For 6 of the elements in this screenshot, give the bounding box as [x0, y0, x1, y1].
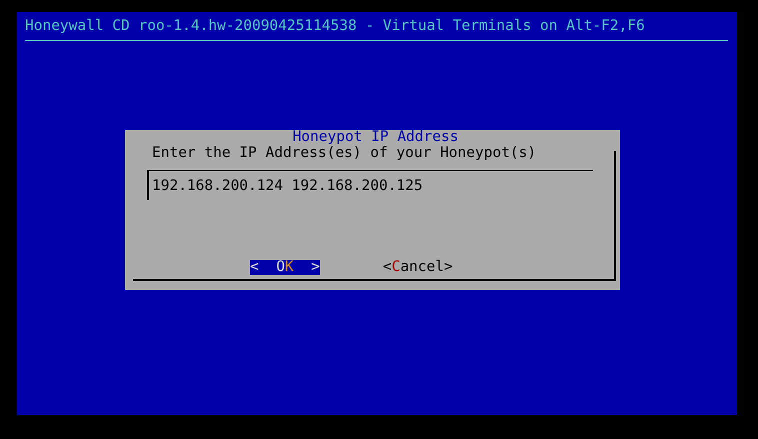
screen-title: Honeywall CD roo-1.4.hw-20090425114538 - Virtual Terminals on Alt-F2,F6 — [25, 18, 646, 34]
dialog-button[interactable]: <Cancel> — [382, 260, 453, 275]
dialog-button[interactable]: < OK > — [250, 260, 320, 275]
dialog-title: Honeypot IP Address — [292, 130, 460, 145]
prompt-text: Enter the IP Address(es) of your Honeypot(s) — [151, 145, 538, 161]
input-field[interactable]: 192.168.200.124 192.168.200.125 — [147, 170, 593, 200]
